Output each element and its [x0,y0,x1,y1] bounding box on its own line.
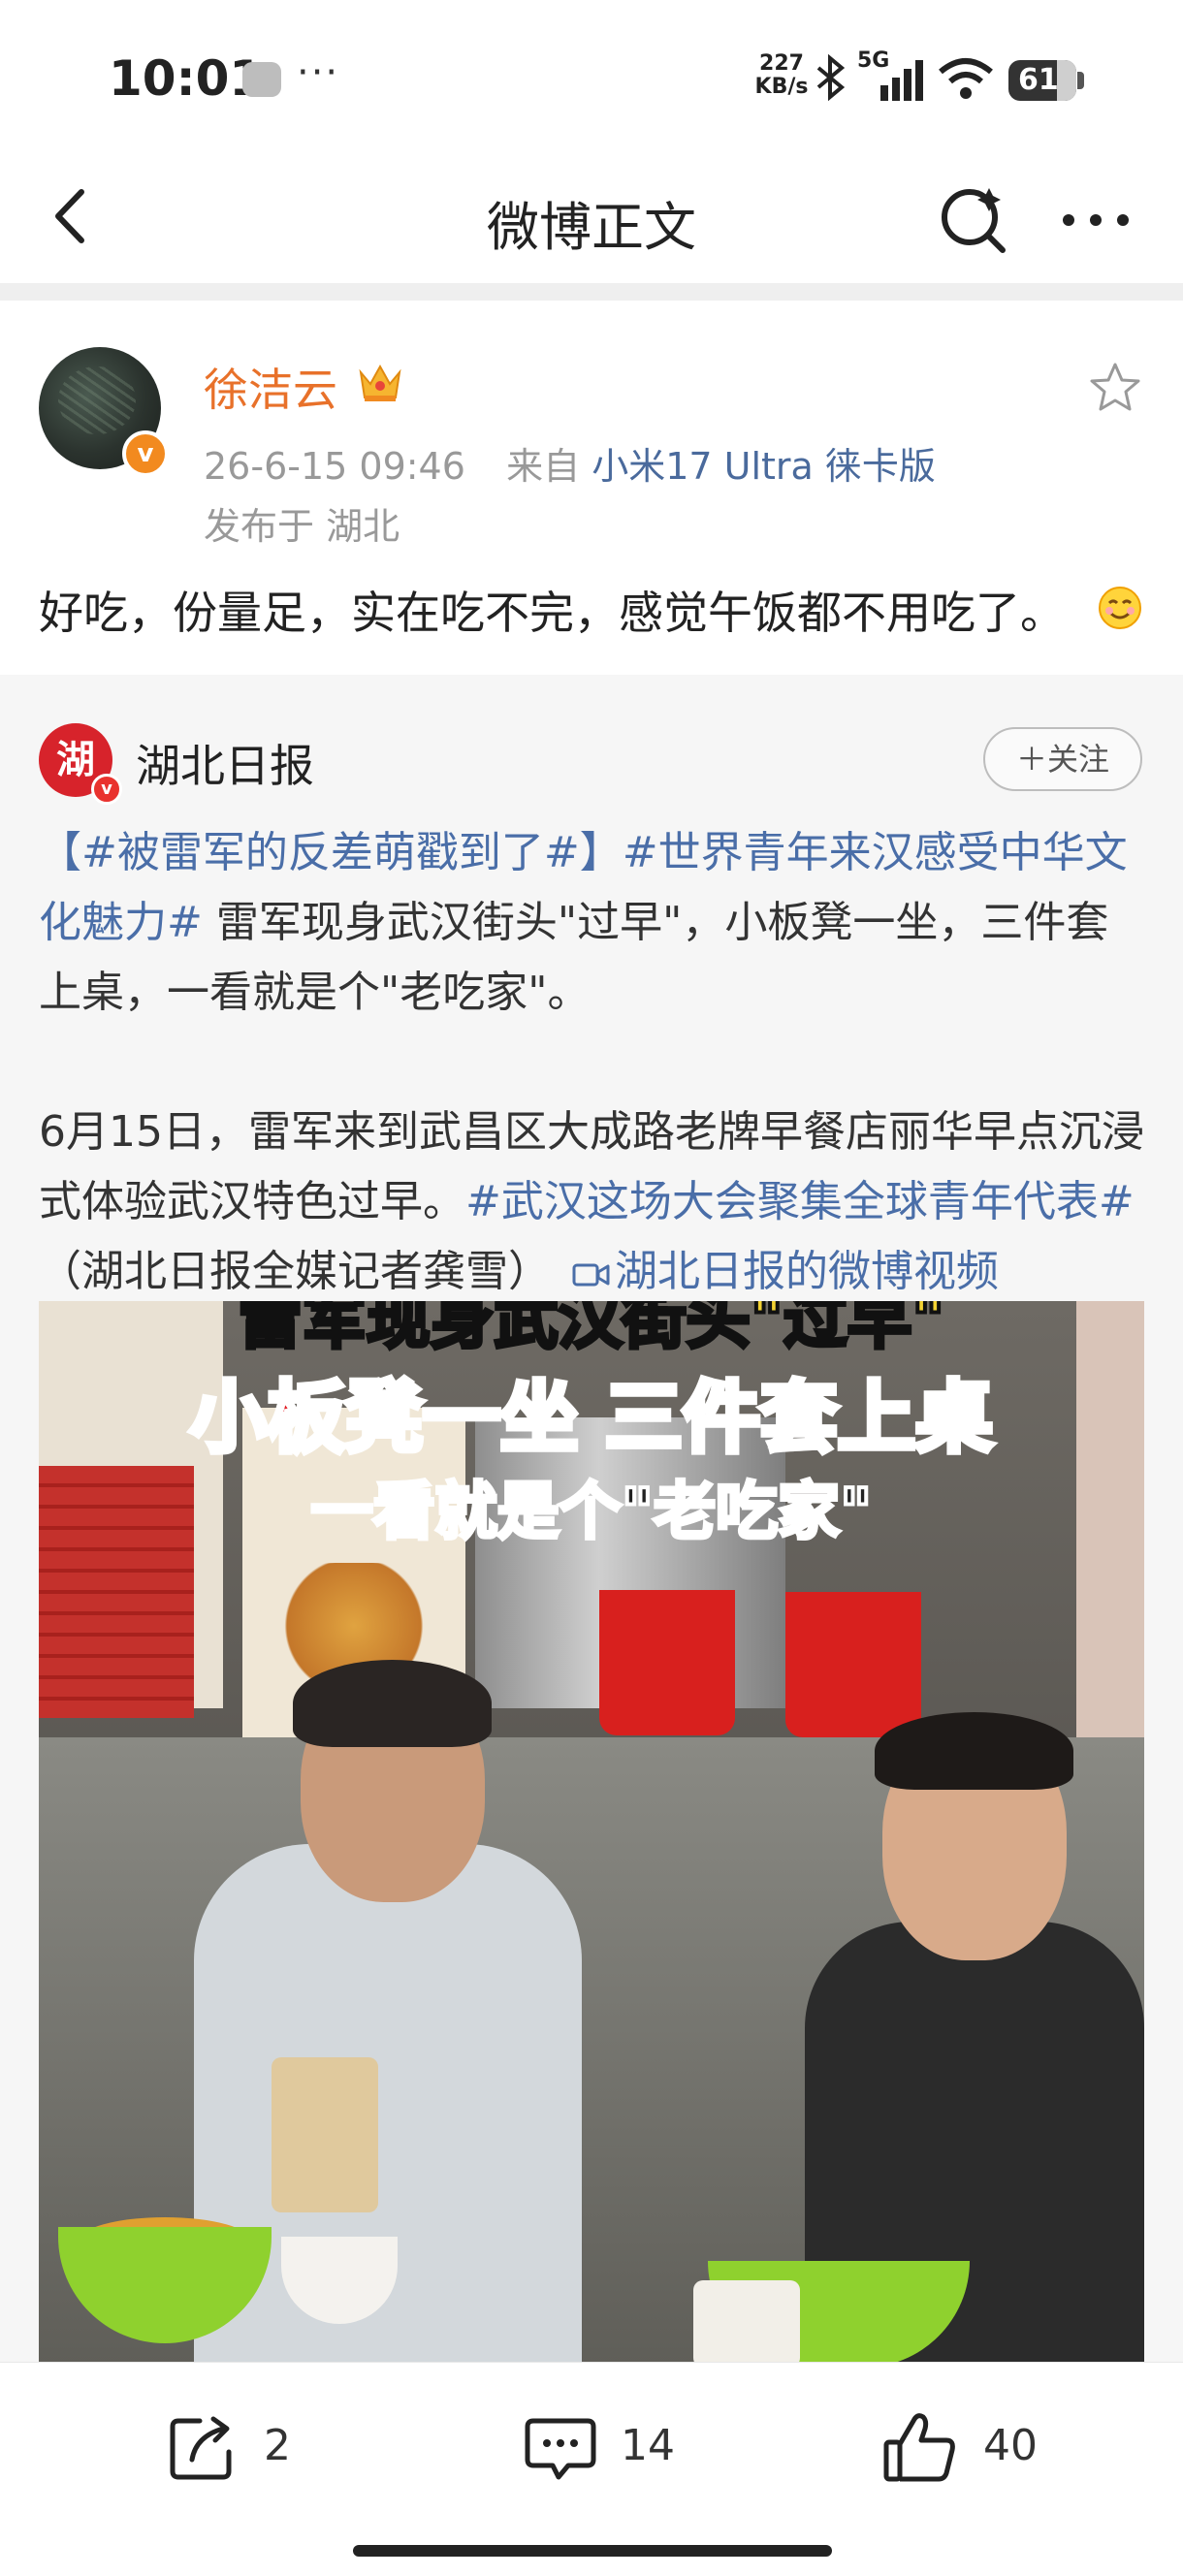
repost-button[interactable]: 2 [163,2400,318,2493]
nav-bar: 微博正文 [0,155,1183,281]
like-thumb-icon [883,2413,955,2482]
follow-button[interactable]: ＋关注 [983,727,1142,791]
share-icon [170,2416,232,2480]
like-count: 40 [983,2421,1038,2470]
video-caption-top: 雷军现身武汉街头"过早" [237,1301,947,1359]
video-thumbnail[interactable]: 雷军现身武汉街头"过早" 小板凳一坐 三件套上桌 一看就是个"老吃家" [39,1301,1144,2362]
video-caption-main: 小板凳一坐 三件套上桌 [187,1370,996,1466]
status-time: 10:01 [109,50,264,107]
hashtag-link[interactable]: #武汉这场大会聚集全球青年代表# [465,1177,1135,1226]
status-bar: 10:01 ··· 227 KB/s 5G 61 [0,0,1183,155]
wifi-icon [939,58,993,99]
comment-button[interactable]: 14 [520,2400,694,2493]
hashtag-link[interactable]: 【#被雷军的反差萌戳到了#】 [39,828,623,877]
post-time: 26-6-15 09:46 [204,445,465,488]
video-link-label: 湖北日报的微博视频 [615,1247,999,1296]
network-speed: 227 KB/s [752,52,811,99]
repost-text-body: （湖北日报全媒记者龚雪） [39,1247,572,1296]
source-label: 来自 [506,445,581,488]
repost-verified-badge-icon: v [91,774,122,805]
search-icon[interactable] [935,180,1012,258]
repost-card[interactable]: 湖 v 湖北日报 ＋关注 【#被雷军的反差萌戳到了#】#世界青年来汉感受中华文化… [0,675,1183,2362]
divider [0,283,1183,301]
repost-author-name[interactable]: 湖北日报 [136,731,314,795]
source-device[interactable]: 小米17 Ultra 徕卡版 [592,445,936,488]
home-indicator[interactable] [353,2545,832,2557]
comment-count: 14 [621,2421,675,2470]
post-meta: 26-6-15 09:46 来自 小米17 Ultra 徕卡版 [204,436,936,490]
battery-icon: 61 [1008,60,1084,101]
author-name[interactable]: 徐洁云 [204,355,337,419]
repost-text: 【#被雷军的反差萌戳到了#】#世界青年来汉感受中华文化魅力# 雷军现身武汉街头"… [39,818,1148,1307]
network-speed-value: 227 [759,51,804,76]
signal-icon [880,60,923,101]
video-caption-sub: 一看就是个"老吃家" [309,1475,875,1550]
video-camera-icon [572,1263,610,1287]
post-location: 发布于 湖北 [204,505,400,548]
notification-app-icon [242,62,281,97]
like-button[interactable]: 40 [880,2400,1055,2493]
network-speed-unit: KB/s [754,75,809,99]
favorite-star-icon[interactable] [1088,361,1142,415]
crown-icon [359,364,401,401]
more-options-icon[interactable] [1057,206,1135,235]
battery-level: 61 [1018,63,1059,97]
video-link[interactable]: 湖北日报的微博视频 [572,1247,999,1296]
more-notifications-icon: ··· [297,50,340,95]
bluetooth-icon [816,54,846,101]
repost-count: 2 [264,2421,291,2470]
bottom-action-bar: 2 14 40 [0,2362,1183,2576]
verified-badge-icon: v [122,430,169,477]
comment-icon [525,2418,596,2480]
smile-emoji-icon [1099,587,1141,629]
post-text: 好吃，份量足，实在吃不完，感觉午饭都不用吃了。 [39,587,1065,639]
